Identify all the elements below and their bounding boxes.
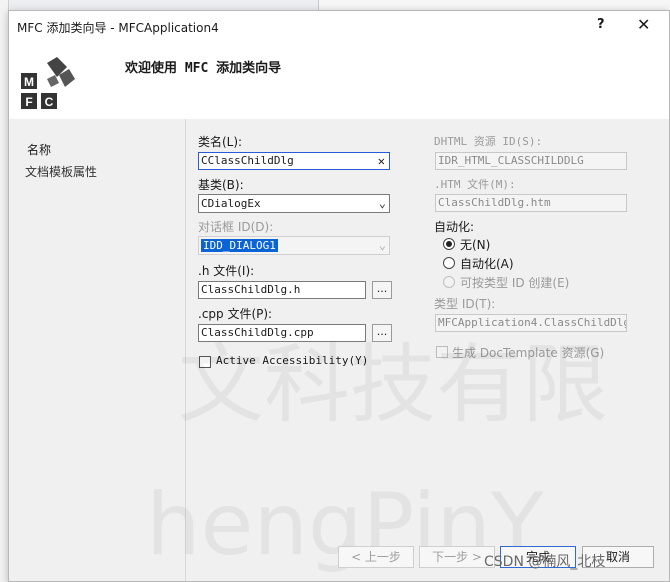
close-button[interactable]: ✕ [637,15,650,34]
window-title: MFC 添加类向导 - MFCApplication4 [17,21,219,35]
htm-file-label: .HTM 文件(M): [434,178,516,191]
automation-none-radio[interactable] [443,238,455,250]
htm-file-input[interactable]: ClassChildDlg.htm [435,194,627,212]
dhtml-id-label: DHTML 资源 ID(S): [434,135,543,148]
clear-icon[interactable]: ✕ [378,153,385,169]
h-file-label: .h 文件(I): [198,264,255,278]
dhtml-id-input[interactable]: IDR_HTML_CLASSCHILDDLG [435,152,627,170]
automation-label: 自动化: [434,220,475,234]
logo-letter-f: F [25,95,32,109]
base-class-label: 基类(B): [198,178,244,192]
wizard-dialog: MFC 添加类向导 - MFCApplication4 ? ✕ M F C 欢迎… [8,10,670,582]
credit-watermark: CSDN @楠风_北枝 [484,554,606,570]
wizard-body: 名称 文档模板属性 类名(L): CClassChildDlg ✕ 基类(B):… [9,119,669,581]
sidebar-item-doc-template[interactable]: 文档模板属性 [25,163,97,180]
automation-create-by-type-label: 可按类型 ID 创建(E) [460,276,570,290]
h-file-browse-button[interactable]: ... [372,281,392,299]
prev-button[interactable]: < 上一步 [338,546,414,568]
wizard-content: 类名(L): CClassChildDlg ✕ 基类(B): CDialogEx… [146,119,669,581]
chevron-down-icon: ⌄ [378,196,386,210]
cpp-file-label: .cpp 文件(P): [198,307,273,321]
logo-letter-c: C [45,95,54,109]
automation-auto-radio[interactable] [443,257,455,269]
help-button[interactable]: ? [597,17,605,32]
accessibility-checkbox[interactable] [199,356,211,368]
wizard-header: M F C 欢迎使用 MFC 添加类向导 [9,43,669,119]
automation-create-by-type-radio[interactable] [443,276,455,288]
cpp-file-input[interactable]: ClassChildDlg.cpp [198,324,366,342]
dialog-id-select[interactable]: IDD_DIALOG1 ⌄ [198,236,390,255]
doc-template-label: 生成 DocTemplate 资源(G) [452,346,605,360]
dialog-id-value: IDD_DIALOG1 [201,239,278,252]
class-name-label: 类名(L): [198,135,243,149]
sidebar-item-names[interactable]: 名称 [27,141,51,158]
logo-letter-m: M [24,75,34,89]
wizard-title: 欢迎使用 MFC 添加类向导 [125,61,282,76]
chevron-down-icon: ⌄ [378,238,386,252]
h-file-input[interactable]: ClassChildDlg.h [198,281,366,299]
automation-auto-label: 自动化(A) [460,257,514,271]
automation-none-label: 无(N) [460,238,491,252]
doc-template-checkbox[interactable] [436,346,448,358]
title-bar: MFC 添加类向导 - MFCApplication4 ? ✕ [9,11,669,43]
class-name-input[interactable]: CClassChildDlg ✕ [198,152,390,170]
class-name-value: CClassChildDlg [201,154,294,167]
dialog-id-label: 对话框 ID(D): [198,220,274,234]
base-class-select[interactable]: CDialogEx ⌄ [198,194,390,213]
type-id-input[interactable]: MFCApplication4.ClassChildDlg [435,314,627,332]
mfc-logo-icon: M F C [21,57,75,109]
accessibility-label: Active Accessibility(Y) [216,354,369,367]
type-id-label: 类型 ID(T): [434,297,496,311]
base-class-value: CDialogEx [201,197,261,210]
wizard-sidebar: 名称 文档模板属性 [9,119,186,581]
cpp-file-browse-button[interactable]: ... [372,324,392,342]
